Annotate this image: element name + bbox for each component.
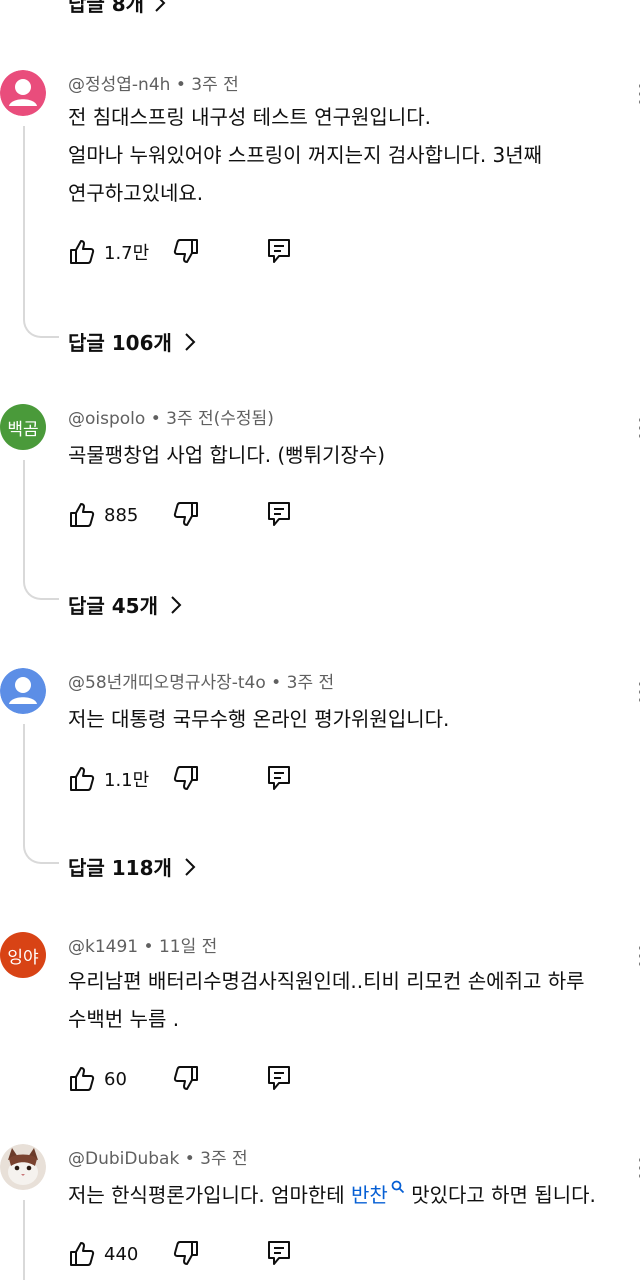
like-button[interactable]: 1.7만 [68, 238, 149, 266]
cat-avatar-icon [0, 1144, 46, 1190]
replies-link[interactable]: 답글 118개 [68, 852, 196, 881]
search-link[interactable]: 반찬 [351, 1180, 405, 1207]
text-line: 저는 대통령 국무수행 온라인 평가위원입니다. [68, 707, 450, 731]
reply-icon[interactable] [266, 1064, 292, 1092]
text-line: 얼마나 누워있어야 스프링이 꺼지는지 검사합니다. 3년째 [68, 143, 543, 167]
default-avatar-icon [0, 668, 46, 714]
comment-5: @DubiDubak • 3주 전 저는 한식평론가입니다. 엄마한테 반찬 맛… [0, 1144, 640, 1280]
like-button[interactable]: 885 [68, 501, 138, 529]
text-line: 전 침대스프링 내구성 테스트 연구원입니다. [68, 105, 431, 129]
timestamp[interactable]: 3주 전 [287, 673, 335, 693]
avatar[interactable] [0, 1144, 46, 1190]
author-name[interactable]: @정성엽-n4h [68, 75, 170, 95]
replies-link[interactable]: 답글 106개 [68, 327, 196, 356]
timestamp[interactable]: 3주 전(수정됨) [166, 409, 274, 429]
like-button[interactable]: 440 [68, 1240, 138, 1268]
avatar[interactable] [0, 70, 46, 116]
comment-4: 잉야 @k1491 • 11일 전 우리남편 배터리수명검사직원인데..티비 리… [0, 932, 640, 1102]
comment-actions: 885 [68, 500, 290, 530]
comment-actions: 60 [68, 1064, 290, 1094]
dislike-icon[interactable] [172, 1239, 200, 1267]
like-count: 1.7만 [104, 243, 150, 264]
text-after: 맛있다고 하면 됩니다. [404, 1183, 596, 1207]
like-count: 1.1만 [104, 770, 150, 791]
comment-2: 백곰 @oispolo • 3주 전(수정됨) 곡물팽창업 사업 합니다. (뻥… [0, 404, 640, 624]
like-icon [70, 1067, 95, 1091]
comment-text: 전 침대스프링 내구성 테스트 연구원입니다. 얼마나 누워있어야 스프링이 꺼… [68, 98, 638, 212]
like-icon [70, 503, 95, 527]
avatar[interactable]: 백곰 [0, 404, 46, 450]
avatar-text: 잉야 [7, 947, 39, 968]
text-line: 우리남편 배터리수명검사직원인데..티비 리모컨 손에쥐고 하루 [68, 969, 585, 993]
dislike-icon[interactable] [172, 500, 200, 528]
replies-label: 답글 45개 [68, 594, 158, 618]
comment-meta: @58년개띠오명규사장-t4o • 3주 전 [68, 673, 335, 693]
chevron-right-icon [185, 332, 196, 351]
comment-text: 저는 대통령 국무수행 온라인 평가위원입니다. [68, 700, 638, 738]
text-before: 저는 한식평론가입니다. 엄마한테 [68, 1183, 352, 1207]
reply-icon[interactable] [266, 1239, 292, 1267]
timestamp[interactable]: 11일 전 [159, 937, 217, 957]
avatar[interactable] [0, 668, 46, 714]
comment-text: 곡물팽창업 사업 합니다. (뻥튀기장수) [68, 436, 638, 474]
text-line: 연구하고있네요. [68, 181, 204, 205]
dislike-icon[interactable] [172, 237, 200, 265]
comment-3: @58년개띠오명규사장-t4o • 3주 전 저는 대통령 국무수행 온라인 평… [0, 668, 640, 888]
author-name[interactable]: @oispolo [68, 409, 145, 429]
chevron-right-icon [185, 857, 196, 876]
timestamp[interactable]: 3주 전 [200, 1149, 248, 1169]
like-icon [70, 767, 95, 791]
avatar[interactable]: 잉야 [0, 932, 46, 978]
like-count: 60 [104, 1068, 127, 1090]
replies-label: 답글 106개 [68, 331, 172, 355]
dislike-icon[interactable] [172, 764, 200, 792]
comment-meta: @k1491 • 11일 전 [68, 937, 218, 957]
dislike-icon[interactable] [172, 1064, 200, 1092]
author-name[interactable]: @58년개띠오명규사장-t4o [68, 673, 266, 693]
thread-curve [23, 578, 59, 600]
chevron-right-icon [155, 0, 166, 12]
text-line: 곡물팽창업 사업 합니다. (뻥튀기장수) [68, 443, 386, 467]
thread-line [23, 724, 25, 842]
thread-curve [23, 842, 59, 864]
like-icon [70, 1242, 95, 1266]
comment-actions: 1.1만 [68, 764, 290, 794]
replies-link-top[interactable]: 답글 8개 [68, 0, 166, 17]
thread-line [23, 460, 25, 578]
reply-icon[interactable] [266, 764, 292, 792]
like-count: 440 [104, 1243, 139, 1265]
search-icon [391, 1180, 404, 1194]
thread-line [23, 1200, 25, 1280]
like-button[interactable]: 60 [68, 1065, 127, 1093]
comment-meta: @DubiDubak • 3주 전 [68, 1149, 248, 1169]
timestamp[interactable]: 3주 전 [191, 75, 239, 95]
comment-text: 우리남편 배터리수명검사직원인데..티비 리모컨 손에쥐고 하루 수백번 누름 … [68, 962, 638, 1038]
search-link-text: 반찬 [351, 1183, 388, 1207]
comment-meta: @oispolo • 3주 전(수정됨) [68, 409, 274, 429]
like-count: 885 [104, 504, 139, 526]
author-name[interactable]: @DubiDubak [68, 1149, 179, 1169]
chevron-right-icon [171, 595, 182, 614]
thread-line [23, 126, 25, 316]
author-name[interactable]: @k1491 [68, 937, 138, 957]
like-button[interactable]: 1.1만 [68, 765, 149, 793]
text-line: 저는 한식평론가입니다. 엄마한테 반찬 맛있다고 하면 됩니다. [68, 1176, 638, 1214]
default-avatar-icon [0, 70, 46, 116]
comment-text: 저는 한식평론가입니다. 엄마한테 반찬 맛있다고 하면 됩니다. [68, 1176, 638, 1214]
replies-label: 답글 8개 [68, 0, 145, 16]
like-icon [70, 240, 95, 264]
comment-actions: 440 [68, 1239, 290, 1269]
text-line: 수백번 누름 . [68, 1007, 180, 1031]
replies-link[interactable]: 답글 45개 [68, 590, 182, 619]
comment-1: @정성엽-n4h • 3주 전 전 침대스프링 내구성 테스트 연구원입니다. … [0, 70, 640, 360]
comment-actions: 1.7만 [68, 237, 290, 267]
avatar-text: 백곰 [7, 419, 39, 440]
comment-meta: @정성엽-n4h • 3주 전 [68, 75, 239, 95]
replies-label: 답글 118개 [68, 856, 172, 880]
reply-icon[interactable] [266, 500, 292, 528]
reply-icon[interactable] [266, 237, 292, 265]
thread-curve [23, 316, 59, 338]
